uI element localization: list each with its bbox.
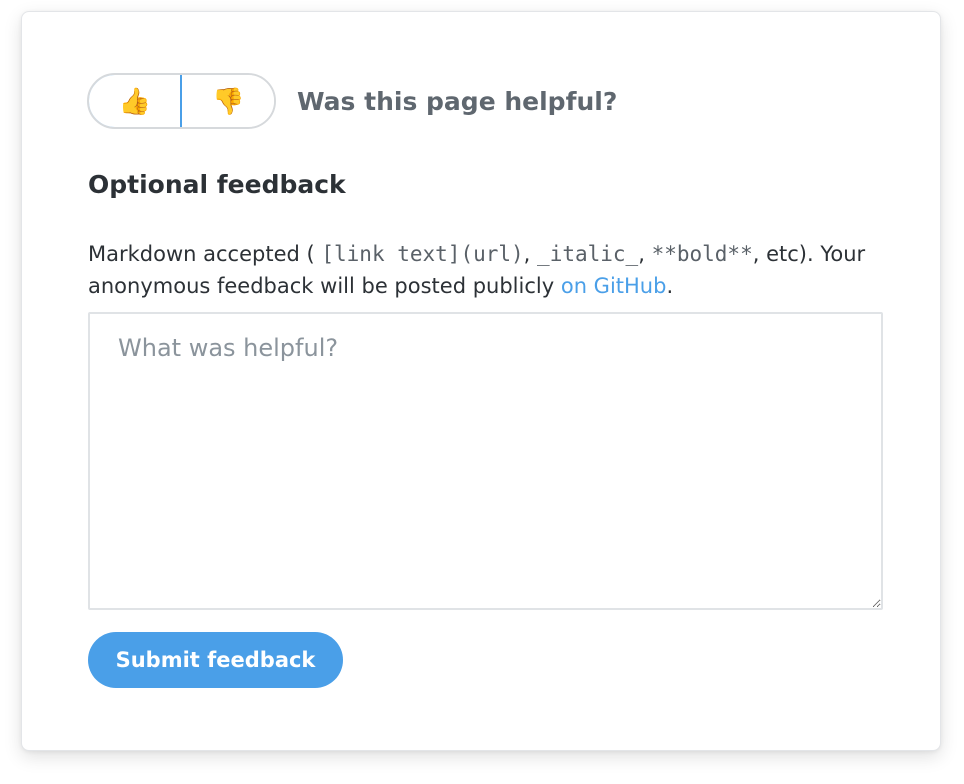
- code-link-example: [link text](url): [321, 242, 524, 266]
- thumbs-up-icon: 👍: [118, 85, 151, 116]
- desc-end: .: [666, 274, 674, 298]
- code-italic-example: _italic_: [537, 242, 639, 266]
- desc-intro: Markdown accepted (: [88, 242, 315, 266]
- code-bold-example: **bold**: [651, 242, 753, 266]
- vote-row: 👍 👎 Was this page helpful?: [87, 73, 617, 129]
- feedback-card: 👍 👎 Was this page helpful? Optional feed…: [21, 11, 941, 751]
- feedback-textarea[interactable]: [88, 312, 883, 610]
- optional-feedback-heading: Optional feedback: [88, 170, 346, 199]
- vote-button-group: 👍 👎: [87, 73, 276, 129]
- feedback-description: Markdown accepted ( [link text](url), _i…: [88, 238, 888, 302]
- helpful-question: Was this page helpful?: [297, 86, 618, 116]
- desc-sep: ,: [523, 242, 531, 266]
- thumbs-up-button[interactable]: 👍: [89, 75, 183, 127]
- thumbs-down-icon: 👎: [211, 85, 245, 116]
- github-link[interactable]: on GitHub: [561, 274, 667, 298]
- submit-feedback-button[interactable]: Submit feedback: [88, 632, 343, 688]
- thumbs-down-button[interactable]: 👎: [182, 75, 274, 127]
- desc-sep: ,: [638, 242, 645, 266]
